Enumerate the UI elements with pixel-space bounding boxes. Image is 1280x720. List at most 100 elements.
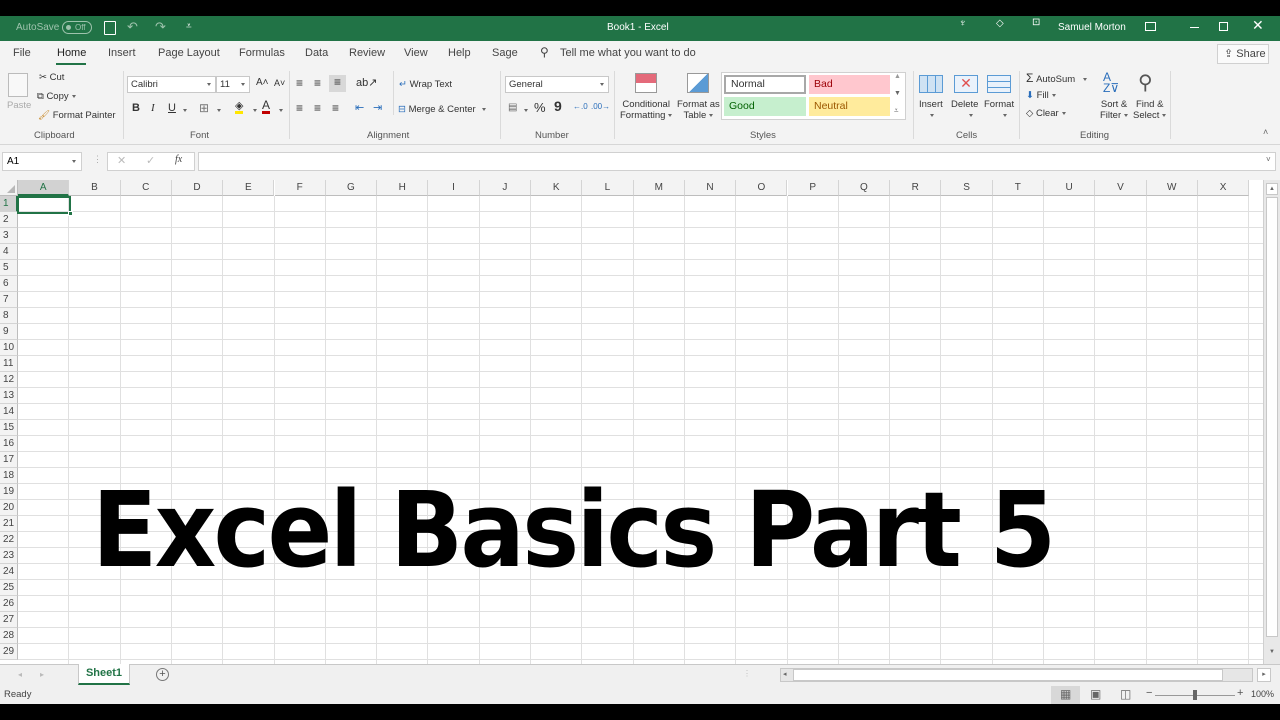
font-name-select[interactable]: Calibri	[127, 76, 216, 93]
borders-icon[interactable]: ⊞	[199, 101, 209, 115]
underline-button[interactable]: U	[168, 102, 176, 114]
paste-icon[interactable]	[8, 73, 28, 97]
format-as-table-button[interactable]: Format as Table	[677, 99, 720, 121]
decrease-indent-icon[interactable]: ⇤	[355, 101, 364, 114]
row-header-14[interactable]: 14	[0, 404, 18, 420]
ribbon-display-icon[interactable]	[1145, 22, 1156, 31]
zoom-level[interactable]: 100%	[1251, 689, 1274, 699]
column-header-e[interactable]: E	[223, 180, 275, 196]
align-center-icon[interactable]: ≡	[314, 101, 321, 115]
row-header-10[interactable]: 10	[0, 340, 18, 356]
row-header-5[interactable]: 5	[0, 260, 18, 276]
column-header-q[interactable]: Q	[838, 180, 891, 196]
enter-icon[interactable]: ✓	[146, 154, 155, 167]
column-header-w[interactable]: W	[1146, 180, 1198, 196]
fill-handle[interactable]	[68, 211, 73, 216]
sort-filter-button[interactable]: Sort & Filter	[1100, 99, 1129, 121]
wrap-text-button[interactable]: ↵ Wrap Text	[399, 79, 452, 90]
tab-data[interactable]: Data	[305, 47, 328, 59]
column-header-v[interactable]: V	[1095, 180, 1147, 196]
row-header-4[interactable]: 4	[0, 244, 18, 260]
row-header-7[interactable]: 7	[0, 292, 18, 308]
align-right-icon[interactable]: ≡	[332, 101, 339, 115]
minimize-icon[interactable]	[1190, 27, 1199, 28]
row-header-17[interactable]: 17	[0, 452, 18, 468]
close-icon[interactable]: ✕	[1252, 17, 1264, 34]
number-format-select[interactable]: General	[505, 76, 609, 93]
column-header-c[interactable]: C	[120, 180, 172, 196]
bold-button[interactable]: B	[132, 102, 140, 114]
prev-sheet-icon[interactable]: ◂	[18, 670, 22, 679]
save-icon[interactable]	[104, 21, 116, 35]
row-header-13[interactable]: 13	[0, 388, 18, 404]
align-left-icon[interactable]: ≡	[296, 101, 303, 115]
orientation-icon[interactable]: ab↗	[356, 76, 377, 89]
row-header-22[interactable]: 22	[0, 532, 18, 548]
row-header-12[interactable]: 12	[0, 372, 18, 388]
conditional-formatting-button[interactable]: Conditional Formatting	[620, 99, 673, 121]
increase-font-icon[interactable]: A˄	[256, 77, 269, 88]
paste-button[interactable]: Paste	[7, 100, 31, 111]
zoom-in-button[interactable]: +	[1237, 687, 1243, 699]
row-header-18[interactable]: 18	[0, 468, 18, 484]
tab-insert[interactable]: Insert	[108, 47, 136, 59]
comma-button[interactable]: 9	[554, 98, 562, 114]
row-header-20[interactable]: 20	[0, 500, 18, 516]
styles-more[interactable]: ⩡	[894, 106, 899, 116]
row-header-25[interactable]: 25	[0, 580, 18, 596]
restore-icon[interactable]	[1219, 22, 1228, 31]
column-header-g[interactable]: G	[325, 180, 378, 196]
tab-sage[interactable]: Sage	[492, 47, 518, 59]
styles-scroll-down[interactable]: ▼	[894, 90, 901, 97]
row-header-1[interactable]: 1	[0, 196, 18, 212]
tab-formulas[interactable]: Formulas	[239, 47, 285, 59]
horizontal-scrollbar[interactable]: ◂	[780, 668, 1253, 682]
row-header-28[interactable]: 28	[0, 628, 18, 644]
column-header-i[interactable]: I	[428, 180, 480, 196]
find-select-button[interactable]: Find & Select	[1133, 99, 1167, 121]
tab-page-layout[interactable]: Page Layout	[158, 47, 220, 59]
row-header-2[interactable]: 2	[0, 212, 18, 228]
delete-cells-button[interactable]: Delete	[951, 99, 978, 121]
column-header-o[interactable]: O	[736, 180, 788, 196]
column-header-r[interactable]: R	[890, 180, 942, 196]
scroll-up-button[interactable]: ▲	[1266, 183, 1278, 195]
style-good[interactable]: Good	[724, 97, 806, 116]
styles-scroll-up[interactable]: ▲	[894, 73, 901, 80]
column-header-h[interactable]: H	[377, 180, 429, 196]
tab-file[interactable]: File	[13, 47, 31, 59]
vertical-scrollbar[interactable]: ▲ ▼	[1263, 180, 1280, 664]
row-header-11[interactable]: 11	[0, 356, 18, 372]
row-header-19[interactable]: 19	[0, 484, 18, 500]
row-header-16[interactable]: 16	[0, 436, 18, 452]
column-header-s[interactable]: S	[941, 180, 993, 196]
tab-help[interactable]: Help	[448, 47, 471, 59]
diamond-icon[interactable]: ◇	[996, 18, 1004, 29]
decrease-font-icon[interactable]: A˅	[274, 78, 285, 88]
name-box[interactable]: A1	[2, 152, 82, 171]
split-grip[interactable]: ⋮	[743, 669, 751, 678]
select-all-button[interactable]	[0, 180, 18, 196]
column-header-j[interactable]: J	[479, 180, 531, 196]
row-header-21[interactable]: 21	[0, 516, 18, 532]
row-header-9[interactable]: 9	[0, 324, 18, 340]
add-sheet-button[interactable]: +	[156, 668, 169, 681]
style-normal[interactable]: Normal	[724, 75, 806, 94]
selected-cell-a1[interactable]	[17, 196, 73, 216]
tool-icon[interactable]: ♆	[959, 18, 967, 29]
fill-color-icon[interactable]: ◈	[235, 101, 244, 114]
increase-indent-icon[interactable]: ⇥	[373, 101, 382, 114]
next-sheet-icon[interactable]: ▸	[40, 670, 44, 679]
scroll-left-button[interactable]: ◂	[783, 670, 787, 678]
row-header-27[interactable]: 27	[0, 612, 18, 628]
align-middle-icon[interactable]: ≡	[314, 76, 321, 90]
column-header-p[interactable]: P	[787, 180, 839, 196]
scroll-down-button[interactable]: ▼	[1266, 646, 1278, 658]
tab-view[interactable]: View	[404, 47, 428, 59]
sheet-tab-sheet1[interactable]: Sheet1	[78, 664, 130, 685]
zoom-slider-thumb[interactable]	[1193, 690, 1197, 700]
autosave-toggle[interactable]: Off	[62, 21, 92, 34]
formula-input[interactable]	[198, 152, 1276, 171]
align-bottom-icon[interactable]: ≡	[329, 75, 346, 92]
vertical-scroll-thumb[interactable]	[1266, 197, 1278, 637]
